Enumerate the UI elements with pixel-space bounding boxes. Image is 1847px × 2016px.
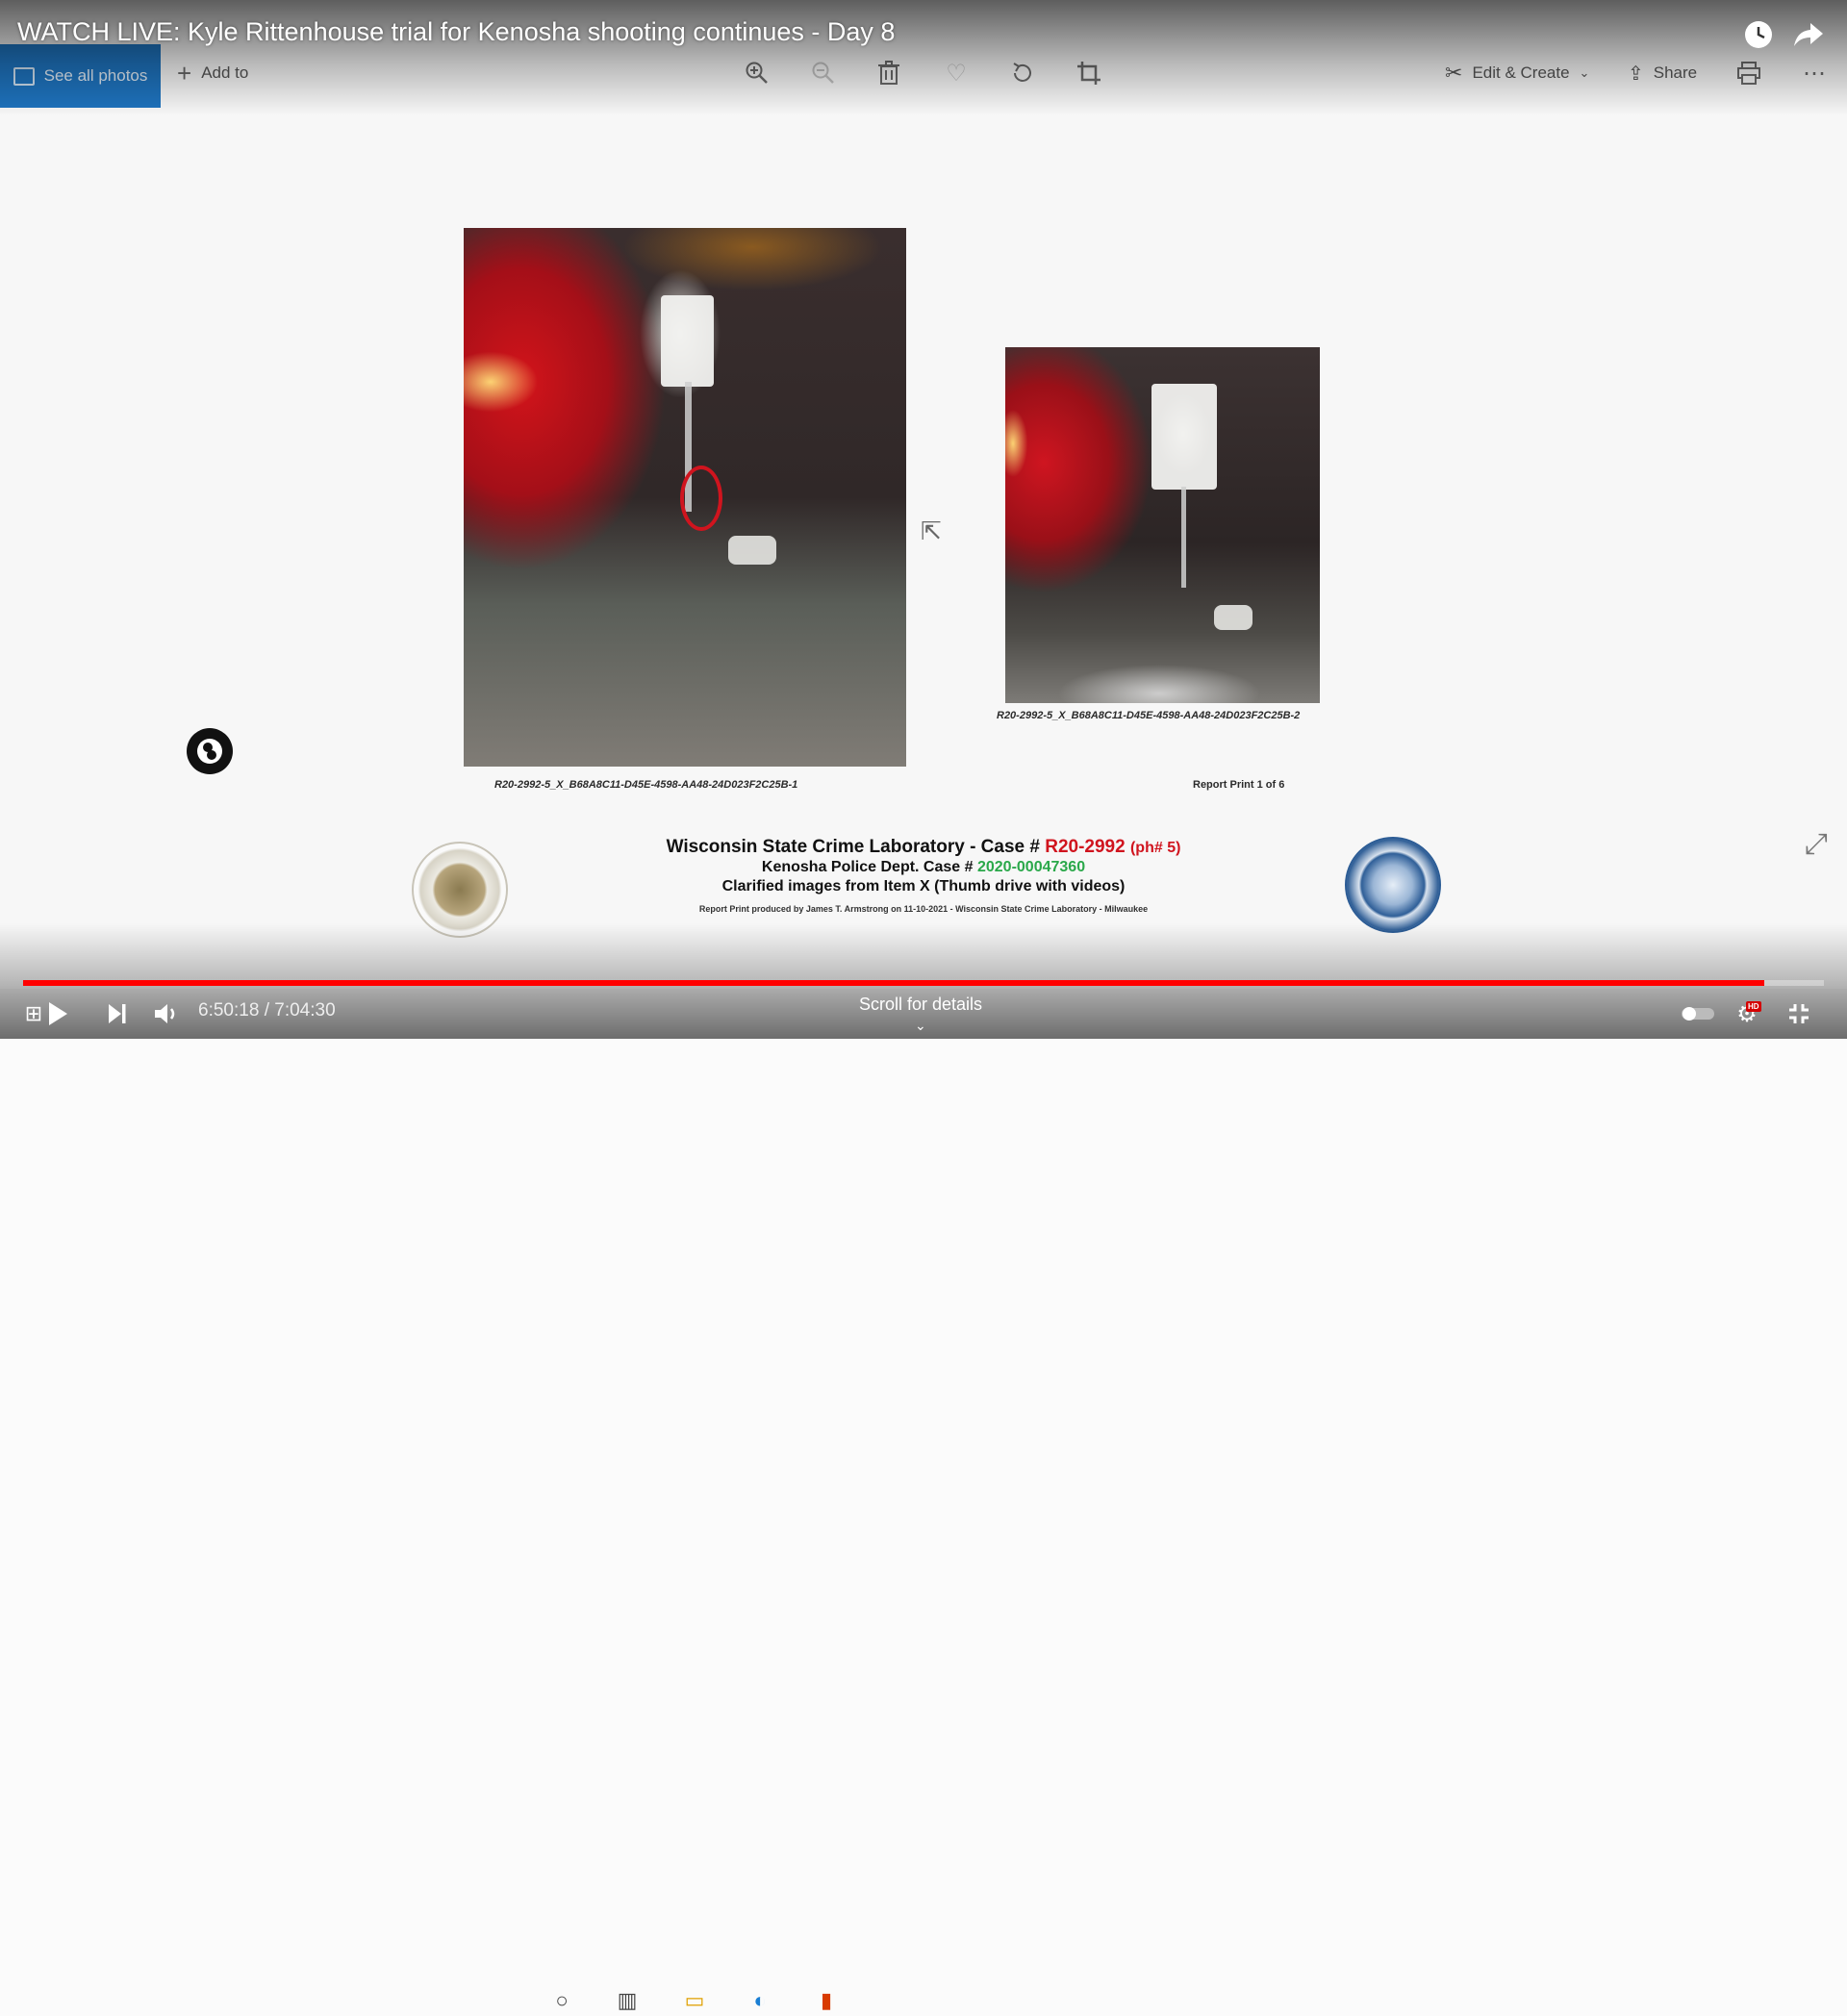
time-current: 6:50:18 (198, 1000, 260, 1021)
see-all-photos-button[interactable]: See all photos (0, 44, 161, 108)
photos-share-button[interactable]: ⇪ Share (1628, 52, 1697, 94)
sign-shape (661, 295, 714, 387)
crop-icon[interactable] (1072, 56, 1106, 90)
pole-shape (1181, 487, 1186, 588)
volume-button[interactable] (149, 996, 184, 1031)
scissors-icon: ✂ (1445, 61, 1463, 85)
file-explorer-icon[interactable]: ▭ (679, 1985, 710, 2016)
figure-shape (1214, 605, 1252, 630)
progress-played (23, 980, 1765, 986)
photos-app-window: See all photos + Add to ♡ ✂ Edit & Creat… (0, 0, 1847, 2012)
report-credit-line: Report Print produced by James T. Armstr… (698, 904, 1149, 914)
figure-shape (728, 536, 776, 565)
caption-left: R20-2992-5_X_B68A8C11-D45E-4598-AA48-24D… (494, 779, 798, 791)
scroll-for-details[interactable]: Scroll for details (859, 995, 982, 1015)
highlight-circle (680, 466, 722, 531)
clarified-line: Clarified images from Item X (Thumb driv… (721, 878, 1126, 895)
lab-case-number: R20-2992 (1045, 837, 1126, 857)
autoplay-toggle[interactable] (1678, 996, 1720, 1031)
edit-create-button[interactable]: ✂ Edit & Create ⌄ (1445, 52, 1589, 94)
add-to-label: Add to (201, 63, 249, 82)
expand-icon[interactable]: ⤢ (1799, 827, 1834, 862)
lab-title-line: Wisconsin State Crime Laboratory - Case … (625, 837, 1222, 858)
more-icon[interactable]: ⋯ (1797, 56, 1832, 90)
lab-header-block: Wisconsin State Crime Laboratory - Case … (625, 837, 1222, 914)
lab-case-suffix: (ph# 5) (1129, 840, 1181, 856)
task-view-icon[interactable]: ▥ (612, 1985, 643, 2016)
lab-title-prefix: Wisconsin State Crime Laboratory - Case … (666, 837, 1040, 857)
crime-lab-seal-icon (1345, 837, 1441, 933)
photos-share-label: Share (1653, 63, 1698, 82)
caption-right: R20-2992-5_X_B68A8C11-D45E-4598-AA48-24D… (997, 710, 1301, 721)
play-button[interactable] (40, 996, 75, 1031)
edit-create-label: Edit & Create (1472, 63, 1570, 82)
see-all-photos-label: See all photos (43, 66, 148, 85)
police-case-prefix: Kenosha Police Dept. Case # (761, 859, 974, 875)
mouse-cursor-icon: ⇱ (921, 517, 942, 545)
report-page-label: Report Print 1 of 6 (1193, 779, 1285, 791)
pbs-logo-icon (187, 728, 233, 774)
print-icon[interactable] (1732, 56, 1766, 90)
plus-icon: + (177, 58, 192, 88)
share-icon: ⇪ (1628, 63, 1644, 85)
exit-fullscreen-icon[interactable] (1782, 996, 1816, 1031)
share-arrow-icon[interactable] (1789, 15, 1828, 54)
progress-bar[interactable] (23, 980, 1824, 986)
time-total: 7:04:30 (274, 1000, 336, 1021)
time-separator: / (264, 1000, 269, 1021)
chevron-down-icon[interactable]: ⌄ (915, 1018, 926, 1034)
wisconsin-seal-icon (412, 842, 508, 938)
edge-browser-icon[interactable]: ◐ (745, 1985, 775, 2016)
police-case-number: 2020-00047360 (976, 859, 1086, 875)
video-title[interactable]: WATCH LIVE: Kyle Rittenhouse trial for K… (17, 17, 895, 47)
photos-toolbar: See all photos + Add to ♡ ✂ Edit & Creat… (0, 40, 1847, 108)
photos-icon (13, 66, 35, 86)
trash-icon[interactable] (872, 56, 906, 90)
sign-shape (1151, 384, 1217, 490)
hd-badge: HD (1746, 1001, 1761, 1012)
cortana-icon[interactable]: ○ (546, 1985, 577, 2016)
zoom-out-icon[interactable] (806, 56, 841, 90)
heart-icon[interactable]: ♡ (939, 56, 974, 90)
clarified-image-left (464, 228, 906, 767)
clock-icon[interactable] (1739, 15, 1778, 54)
office-icon[interactable]: ▮ (811, 1985, 842, 2016)
chevron-down-icon: ⌄ (1579, 65, 1590, 80)
rotate-icon[interactable] (1005, 56, 1040, 90)
clarified-image-right (1005, 347, 1320, 703)
time-display: 6:50:18 / 7:04:30 (198, 1000, 336, 1021)
next-button[interactable] (100, 996, 135, 1031)
police-case-line: Kenosha Police Dept. Case # 2020-0004736… (625, 858, 1222, 877)
add-to-button[interactable]: + Add to (177, 52, 248, 94)
zoom-in-icon[interactable] (740, 56, 774, 90)
